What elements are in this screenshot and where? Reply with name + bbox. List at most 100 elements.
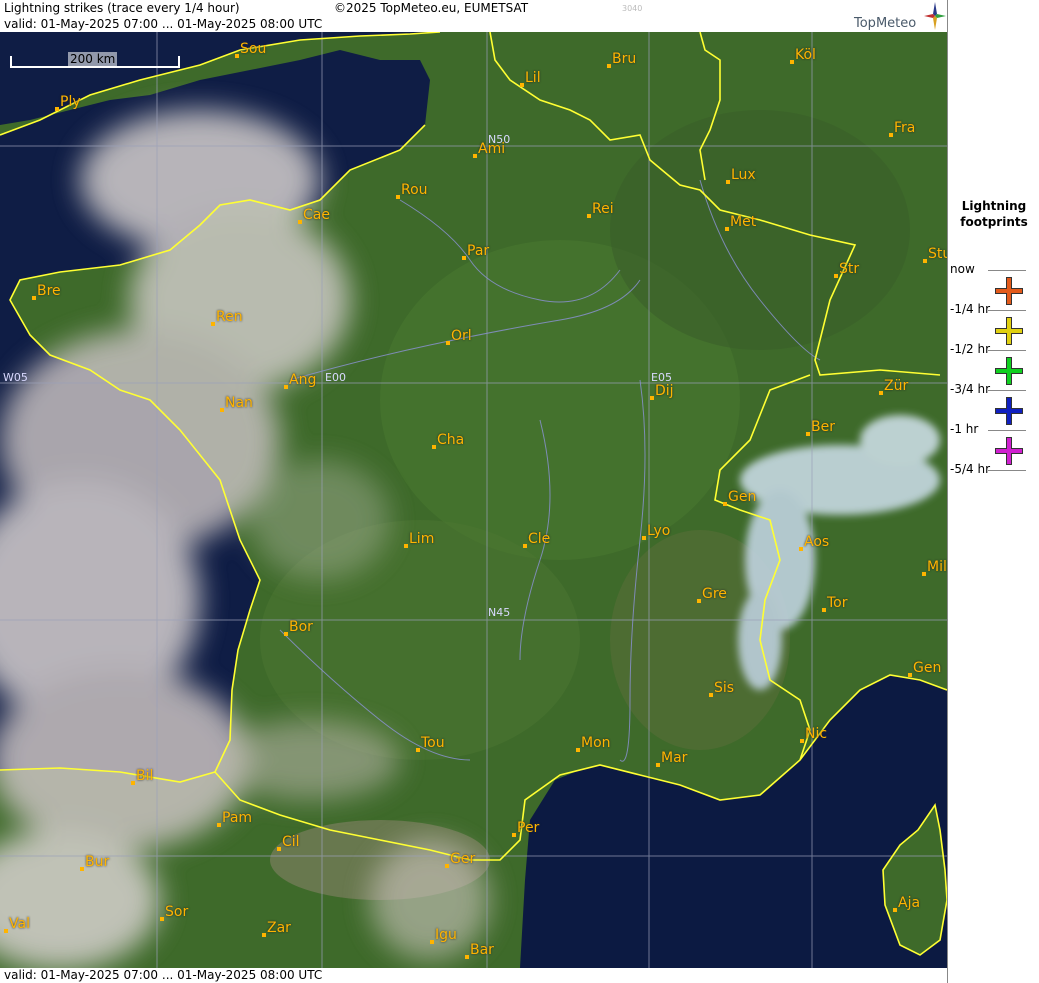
legend-rule bbox=[988, 350, 1026, 351]
city-label: Ger bbox=[450, 851, 476, 867]
city-dot bbox=[822, 608, 826, 612]
city-label: Lux bbox=[731, 167, 756, 183]
city-label: Rou bbox=[401, 182, 428, 198]
legend-label: now bbox=[950, 262, 975, 276]
city-dot bbox=[446, 341, 450, 345]
city-label: Lil bbox=[525, 70, 541, 86]
scale-label: 200 km bbox=[68, 52, 118, 66]
city-dot bbox=[416, 748, 420, 752]
city-label: Cil bbox=[282, 834, 300, 850]
city-dot bbox=[799, 547, 803, 551]
city-label: Met bbox=[730, 214, 757, 230]
city-dot bbox=[656, 763, 660, 767]
city-label: Mon bbox=[581, 735, 611, 751]
city-label: Dij bbox=[655, 383, 674, 399]
legend-rule bbox=[988, 310, 1026, 311]
city-dot bbox=[725, 227, 729, 231]
city-dot bbox=[650, 396, 654, 400]
grid-label: W05 bbox=[3, 371, 28, 384]
legend-label: -3/4 hr bbox=[950, 382, 990, 396]
legend-rule bbox=[988, 390, 1026, 391]
city-dot bbox=[462, 256, 466, 260]
city-dot bbox=[298, 220, 302, 224]
city-label: Köl bbox=[795, 47, 816, 63]
legend-row: -3/4 hr bbox=[948, 382, 1039, 425]
city-dot bbox=[80, 867, 84, 871]
city-dot bbox=[32, 296, 36, 300]
legend-row: -1/2 hr bbox=[948, 342, 1039, 385]
city-dot bbox=[834, 274, 838, 278]
city-dot bbox=[430, 940, 434, 944]
legend-title-line: footprints bbox=[960, 215, 1028, 229]
city-label: Rei bbox=[592, 201, 614, 217]
grid-label: N45 bbox=[488, 606, 511, 619]
city-label: Ren bbox=[216, 309, 243, 325]
city-dot bbox=[432, 445, 436, 449]
city-label: Stu bbox=[928, 246, 947, 262]
city-label: Mar bbox=[661, 750, 688, 766]
city-label: Per bbox=[517, 820, 540, 836]
city-dot bbox=[284, 385, 288, 389]
city-dot bbox=[220, 408, 224, 412]
legend-label: -1 hr bbox=[950, 422, 979, 436]
city-dot bbox=[445, 864, 449, 868]
city-label: Gen bbox=[913, 660, 942, 676]
city-label: Sis bbox=[714, 680, 735, 696]
map-code: 3040 bbox=[622, 4, 643, 13]
city-dot bbox=[277, 847, 281, 851]
city-label: Pam bbox=[222, 810, 253, 826]
legend-row: -1/4 hr bbox=[948, 302, 1039, 345]
city-label: Ber bbox=[811, 419, 835, 435]
legend-rule bbox=[988, 270, 1026, 271]
legend-label: -1/4 hr bbox=[950, 302, 990, 316]
city-label: Tou bbox=[421, 735, 445, 751]
city-dot bbox=[806, 432, 810, 436]
city-label: Ply bbox=[60, 94, 81, 110]
city-dot bbox=[607, 64, 611, 68]
compass-logo-icon bbox=[924, 2, 946, 30]
city-label: Gre bbox=[702, 586, 727, 602]
city-dot bbox=[790, 60, 794, 64]
city-dot bbox=[922, 572, 926, 576]
city-label: Aja bbox=[898, 895, 921, 911]
valid-time: valid: 01-May-2025 07:00 ... 01-May-2025… bbox=[4, 17, 323, 31]
city-label: Gen bbox=[728, 489, 757, 505]
city-dot bbox=[284, 632, 288, 636]
city-label: Val bbox=[9, 916, 30, 932]
city-label: Sor bbox=[165, 904, 189, 920]
legend-row: -5/4 hr bbox=[948, 462, 1039, 502]
city-label: Orl bbox=[451, 328, 472, 344]
city-label: Cha bbox=[437, 432, 465, 448]
legend-row: now bbox=[948, 262, 1039, 305]
city-label: Cae bbox=[303, 207, 330, 223]
city-dot bbox=[473, 154, 477, 158]
copyright-text: ©2025 TopMeteo.eu, EUMETSAT bbox=[334, 1, 529, 15]
city-dot bbox=[217, 823, 221, 827]
legend-label: -1/2 hr bbox=[950, 342, 990, 356]
city-dot bbox=[723, 502, 727, 506]
city-dot bbox=[465, 955, 469, 959]
city-dot bbox=[4, 929, 8, 933]
city-dot bbox=[726, 180, 730, 184]
city-label: Bru bbox=[612, 51, 637, 67]
city-label: Sou bbox=[240, 41, 267, 57]
city-label: Tor bbox=[827, 595, 848, 611]
city-dot bbox=[923, 259, 927, 263]
lightning-legend: Lightning footprints now -1/4 hr -1/2 hr -3… bbox=[947, 0, 1039, 983]
city-dot bbox=[396, 195, 400, 199]
valid-time-footer: valid: 01-May-2025 07:00 ... 01-May-2025… bbox=[4, 968, 323, 982]
city-label: Lim bbox=[409, 531, 435, 547]
city-label: Ang bbox=[289, 372, 317, 388]
city-dot bbox=[697, 599, 701, 603]
city-label: Mil bbox=[927, 559, 947, 575]
city-dot bbox=[642, 536, 646, 540]
city-label: Nan bbox=[225, 395, 253, 411]
satellite-map[interactable]: N50 E00 E05 W05 N45 200 km Sou Ply Lil Bru K… bbox=[0, 32, 947, 968]
city-dot bbox=[709, 693, 713, 697]
map-footer: valid: 01-May-2025 07:00 ... 01-May-2025… bbox=[0, 968, 947, 983]
city-dot bbox=[587, 214, 591, 218]
city-label: Igu bbox=[435, 927, 457, 943]
city-label: Zar bbox=[267, 920, 291, 936]
city-label: Lyo bbox=[647, 523, 671, 539]
city-dot bbox=[520, 83, 524, 87]
